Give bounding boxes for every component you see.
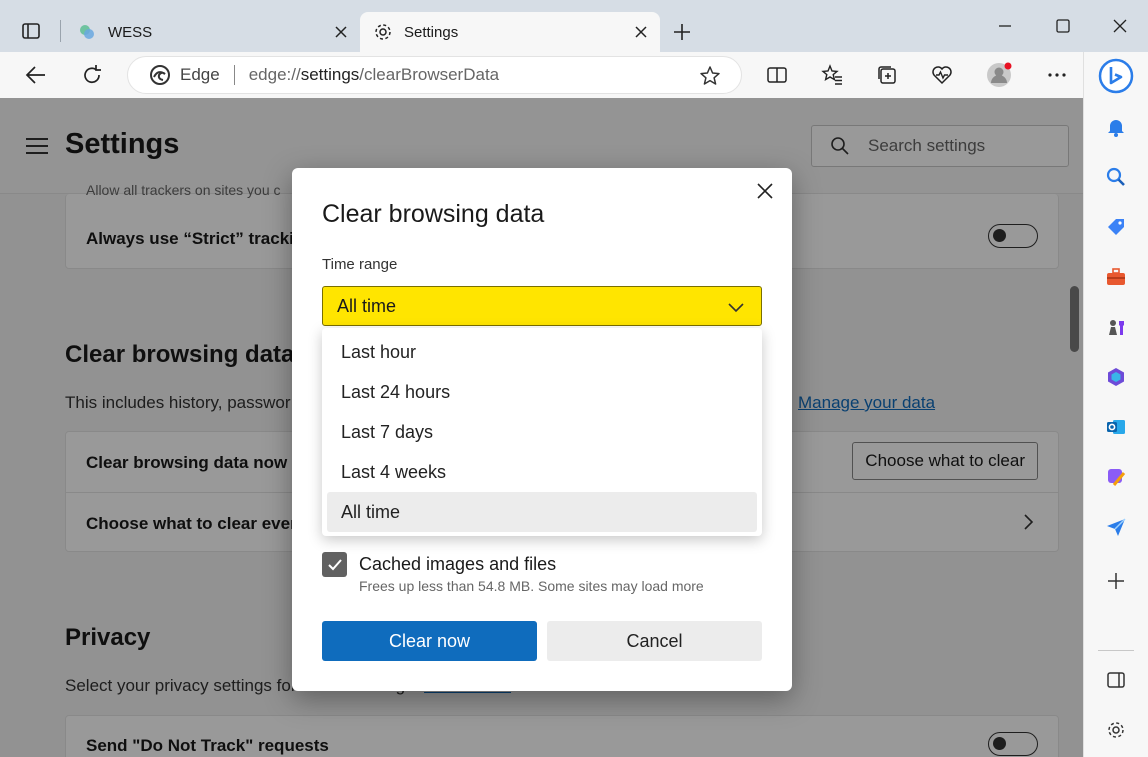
url-main: settings [300, 65, 360, 84]
clear-now-button[interactable]: Clear now [322, 621, 537, 661]
maximize-icon[interactable] [1048, 12, 1078, 40]
games-chess-icon[interactable] [1105, 316, 1127, 338]
more-options-icon[interactable] [1043, 61, 1071, 89]
tab-wess[interactable]: WESS [64, 12, 360, 52]
collections-icon[interactable] [873, 61, 901, 89]
address-bar[interactable]: Edge edge:// settings /clearBrowserData [127, 56, 742, 94]
time-range-label: Time range [322, 256, 398, 273]
cached-images-checkbox[interactable] [322, 552, 347, 577]
menu-item-last-4-weeks[interactable]: Last 4 weeks [327, 452, 757, 492]
minimize-icon[interactable] [990, 12, 1020, 40]
menu-item-last-24-hours[interactable]: Last 24 hours [327, 372, 757, 412]
search-icon[interactable] [1105, 166, 1127, 188]
browser-essentials-icon[interactable] [928, 61, 956, 89]
tools-briefcase-icon[interactable] [1105, 266, 1127, 288]
edge-sidebar [1083, 52, 1148, 757]
tab-separator [60, 20, 61, 42]
designer-icon[interactable] [1105, 466, 1127, 488]
new-tab-icon[interactable] [668, 18, 696, 46]
menu-item-last-7-days[interactable]: Last 7 days [327, 412, 757, 452]
sidebar-settings-gear-icon[interactable] [1105, 719, 1127, 741]
time-range-select[interactable]: All time [322, 286, 762, 326]
outlook-icon[interactable] [1105, 416, 1127, 438]
close-dialog-icon[interactable] [754, 180, 776, 202]
menu-item-last-hour[interactable]: Last hour [327, 332, 757, 372]
cancel-button[interactable]: Cancel [547, 621, 762, 661]
close-tab-icon[interactable] [330, 21, 352, 43]
url-prefix: edge:// [248, 65, 301, 84]
title-bar: WESS Settings [0, 0, 1148, 52]
menu-item-all-time[interactable]: All time [327, 492, 757, 532]
notifications-bell-icon[interactable] [1105, 116, 1127, 138]
back-arrow-icon[interactable] [22, 61, 50, 89]
drop-send-icon[interactable] [1105, 516, 1127, 538]
dialog-title: Clear browsing data [322, 200, 545, 228]
tab-settings[interactable]: Settings [360, 12, 660, 52]
hide-sidebar-icon[interactable] [1105, 669, 1127, 691]
wess-favicon-icon [76, 21, 98, 43]
tab-actions-icon[interactable] [18, 18, 44, 44]
shopping-tag-icon[interactable] [1105, 216, 1127, 238]
close-tab-icon[interactable] [630, 21, 652, 43]
refresh-icon[interactable] [78, 61, 106, 89]
time-range-menu: Last hour Last 24 hours Last 7 days Last… [322, 328, 762, 536]
navigation-bar: Edge edge:// settings /clearBrowserData [0, 52, 1083, 98]
split-screen-icon[interactable] [763, 61, 791, 89]
url-suffix: /clearBrowserData [359, 65, 500, 84]
time-range-value: All time [337, 295, 397, 316]
cached-images-description: Frees up less than 54.8 MB. Some sites m… [359, 578, 704, 594]
sidebar-divider [1098, 650, 1134, 651]
microsoft-365-icon[interactable] [1105, 366, 1127, 388]
profile-avatar[interactable] [985, 61, 1013, 89]
favorite-star-icon[interactable] [699, 65, 721, 87]
chevron-down-icon [727, 299, 745, 313]
edge-logo-icon [150, 65, 170, 85]
address-divider [233, 65, 235, 85]
clear-browsing-data-dialog: Clear browsing data Time range All time … [292, 168, 792, 691]
tab-title: Settings [404, 23, 459, 41]
tab-title: WESS [108, 23, 153, 41]
cached-images-label: Cached images and files [359, 554, 557, 574]
close-window-icon[interactable] [1105, 12, 1135, 40]
favorites-icon[interactable] [818, 61, 846, 89]
gear-icon [372, 21, 394, 43]
site-label: Edge [180, 65, 220, 84]
copilot-icon[interactable] [1098, 58, 1134, 94]
add-sidebar-app-icon[interactable] [1105, 570, 1127, 592]
